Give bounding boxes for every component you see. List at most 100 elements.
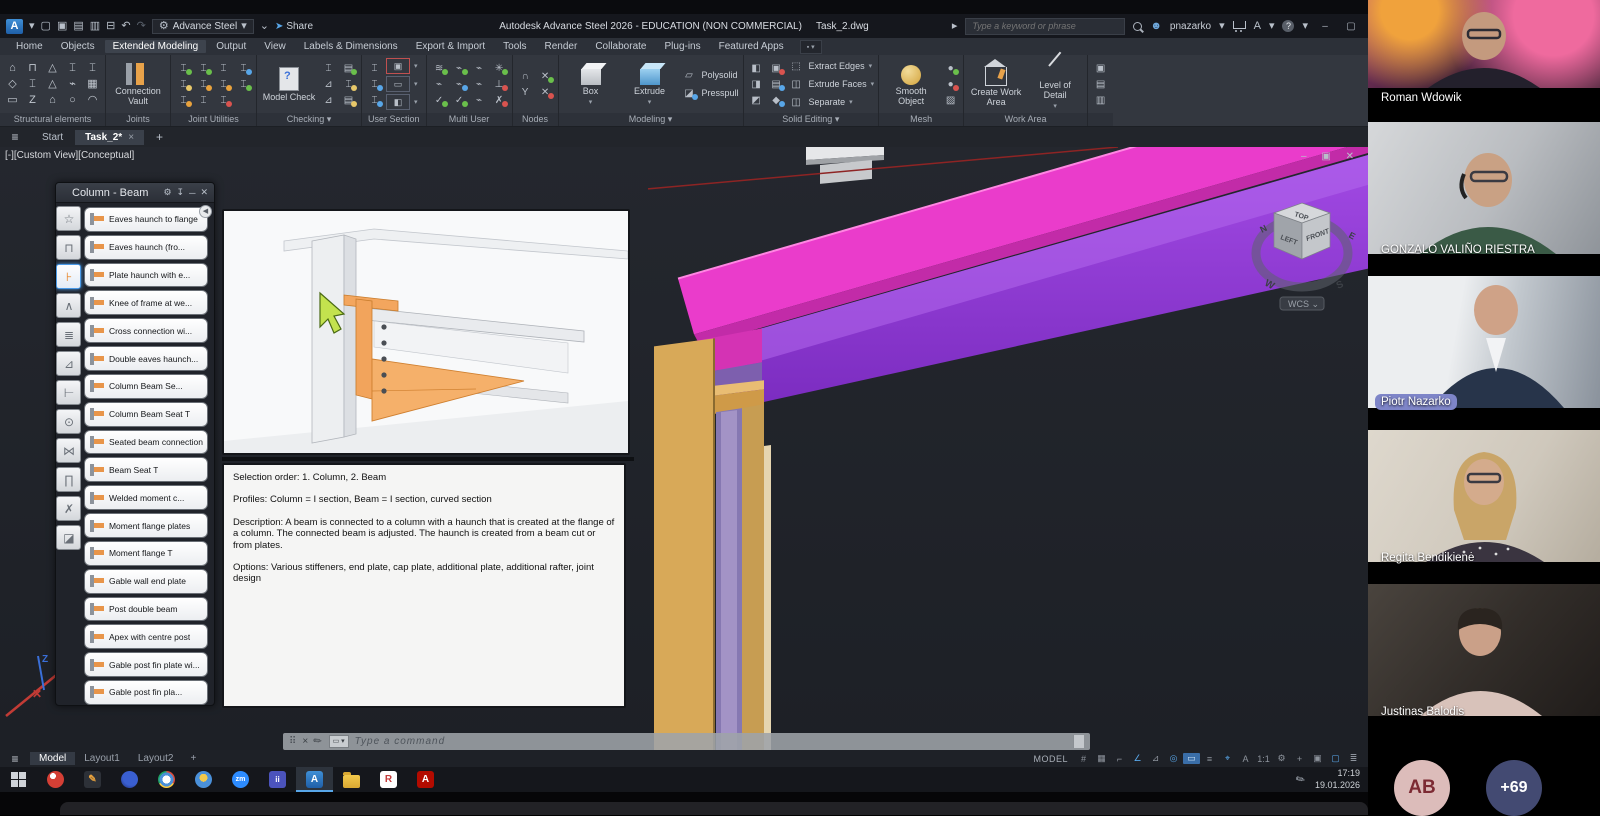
section-boundary-icon[interactable]: ▭ (386, 76, 410, 92)
joint-tool-icon[interactable]: ⌶ (175, 93, 192, 108)
category-favorites[interactable]: ☆ (56, 206, 81, 231)
customize-status-icon[interactable]: ≣ (1345, 753, 1362, 764)
multiuser-tool-icon[interactable]: ⌁ (451, 61, 468, 76)
multiuser-tool-icon[interactable]: ⌁ (471, 93, 488, 108)
category-plates[interactable]: ≣ (56, 322, 81, 347)
category-apex[interactable]: ∧ (56, 293, 81, 318)
node-tool-icon[interactable]: ∩ (517, 69, 534, 84)
joint-type-item[interactable]: Column Beam Se... (84, 374, 208, 399)
ortho-mode-icon[interactable]: ⌐ (1111, 754, 1128, 764)
check-tool-icon[interactable]: ⊿ (320, 77, 337, 92)
joint-type-item[interactable]: Knee of frame at we... (84, 290, 208, 315)
multiuser-tool-icon[interactable]: ✗ (491, 93, 508, 108)
section-view-icon[interactable]: ▣ (386, 58, 410, 74)
taskbar-app-chrome[interactable] (148, 767, 185, 792)
user-menu-caret-icon[interactable]: ▾ (1219, 21, 1225, 32)
section-fill-icon[interactable]: ◧ (386, 94, 410, 110)
node-tool-icon[interactable]: Y (517, 85, 534, 100)
joint-tool-icon[interactable] (235, 93, 252, 108)
frame-icon[interactable]: ⊓ (24, 61, 41, 76)
annotation-visibility-icon[interactable]: A (1237, 754, 1254, 764)
autodesk-caret-icon[interactable]: ▾ (1269, 21, 1275, 32)
multiuser-tool-icon[interactable]: ≋ (431, 61, 448, 76)
multiuser-tool-icon[interactable]: ⌁ (451, 77, 468, 92)
multiuser-tool-icon[interactable]: ⌁ (471, 77, 488, 92)
participant-tile[interactable]: Piotr Nazarko (1368, 266, 1600, 418)
category-base-plates[interactable]: ⊓ (56, 235, 81, 260)
app-menu-button[interactable]: A (6, 19, 23, 34)
portal-frame-icon[interactable]: ⌂ (4, 61, 21, 76)
command-customize-icon[interactable]: ✎ (312, 735, 325, 749)
layout-tab-model[interactable]: Model (30, 752, 75, 765)
mesh-reduce-icon[interactable]: ● (942, 77, 959, 92)
joint-type-item[interactable]: Double eaves haunch... (84, 346, 208, 371)
mesh-refine-icon[interactable]: ● (942, 61, 959, 76)
annotation-monitor-icon[interactable]: + (1291, 754, 1308, 764)
lineweight-icon[interactable]: ≡ (1201, 754, 1218, 764)
signed-in-user[interactable]: pnazarko (1170, 21, 1211, 32)
participant-tile[interactable]: GONZALO VALIÑO RIESTRA (1368, 112, 1600, 264)
close-tab-icon[interactable]: × (128, 132, 134, 143)
taskbar-app-acrobat[interactable]: A (407, 767, 444, 792)
workspace-switcher[interactable]: ⚙ Advance Steel ▾ (152, 19, 254, 34)
tab-labels-dimensions[interactable]: Labels & Dimensions (296, 40, 406, 53)
check-tool-icon[interactable]: ⌶ (320, 61, 337, 76)
joint-type-item[interactable]: Cross connection wi... (84, 318, 208, 343)
extrude-faces-button[interactable]: ◫Extrude Faces▾ (788, 76, 875, 93)
solid-tool-icon[interactable]: ▤ (768, 77, 785, 92)
command-prompt-icon[interactable]: ▭ ▾ (329, 735, 349, 748)
category-purlin[interactable]: ∏ (56, 467, 81, 492)
bracing-icon[interactable]: ⌶ (84, 61, 101, 76)
tab-export-import[interactable]: Export & Import (408, 40, 493, 53)
taskbar-app-zoom[interactable]: zm (222, 767, 259, 792)
joint-type-item[interactable]: Moment flange plates (84, 513, 208, 538)
new-layout-icon[interactable]: + (182, 753, 204, 764)
participant-tile[interactable]: Justinas Balodis (1368, 574, 1600, 726)
tab-output[interactable]: Output (208, 40, 254, 53)
avatar[interactable]: AB (1394, 760, 1450, 816)
layout-tab-layout1[interactable]: Layout1 (75, 752, 129, 765)
node-tool-icon[interactable]: ✕ (537, 85, 554, 100)
command-input[interactable]: Type a command (355, 736, 446, 747)
scroll-up-icon[interactable]: ◀ (199, 205, 212, 218)
save-as-icon[interactable]: ▥ (90, 21, 100, 32)
box-button[interactable]: Box▾ (563, 61, 619, 107)
plate-icon[interactable]: ▭ (4, 93, 21, 108)
check-tool-icon[interactable]: ⌶ (340, 77, 357, 92)
panel-resize-divider[interactable] (222, 457, 634, 461)
create-work-area-button[interactable]: Create Work Area (968, 61, 1024, 108)
status-menu-icon[interactable]: ≡ (0, 752, 30, 766)
connection-vault-button[interactable]: Connection Vault (110, 61, 166, 107)
panel-pin-icon[interactable]: ↧ (177, 187, 185, 198)
smooth-object-button[interactable]: Smooth Object (883, 61, 939, 107)
section-tool-icon[interactable]: ⌶ (366, 77, 383, 92)
windows-start-button[interactable] (0, 767, 37, 792)
panel-header[interactable]: Column - Beam ⚙ ↧ ─ ✕ (56, 183, 214, 203)
category-welded[interactable]: ⊿ (56, 351, 81, 376)
category-tee[interactable]: ⊢ (56, 380, 81, 405)
joint-type-item[interactable]: Eaves haunch to flange (84, 207, 208, 232)
app-store-cart-icon[interactable] (1233, 21, 1246, 29)
new-file-icon[interactable]: ▢ (41, 21, 51, 32)
tab-plugins[interactable]: Plug-ins (656, 40, 708, 53)
keyword-search[interactable] (965, 18, 1125, 35)
solid-tool-icon[interactable]: ◨ (748, 77, 765, 92)
joint-tool-icon[interactable]: ⌶ (175, 61, 192, 76)
separate-button[interactable]: ◫Separate▾ (788, 94, 875, 111)
viewport-controls-label[interactable]: [-][Custom View][Conceptual] (5, 150, 134, 161)
extrude-button[interactable]: Extrude▾ (622, 61, 678, 107)
presspull-button[interactable]: ◪Presspull (681, 85, 739, 102)
polar-tracking-icon[interactable]: ∠ (1129, 753, 1146, 764)
tab-tools[interactable]: Tools (495, 40, 534, 53)
tab-featured-apps[interactable]: Featured Apps (711, 40, 792, 53)
category-column-beam[interactable]: ⊦ (56, 264, 81, 289)
taskbar-app-advance-steel[interactable]: A (296, 767, 333, 792)
taskbar-app-firefox[interactable] (111, 767, 148, 792)
pen-tray-icon[interactable]: ✎ (1293, 772, 1307, 788)
solid-tool-icon[interactable]: ◧ (748, 61, 765, 76)
check-tool-icon[interactable]: ⊿ (320, 93, 337, 108)
column-front-face[interactable] (654, 338, 714, 750)
tab-start[interactable]: Start (32, 130, 73, 145)
participant-tile[interactable]: Roman Wdowik (1368, 0, 1600, 110)
joint-type-item[interactable]: Gable post fin plate wi... (84, 652, 208, 677)
